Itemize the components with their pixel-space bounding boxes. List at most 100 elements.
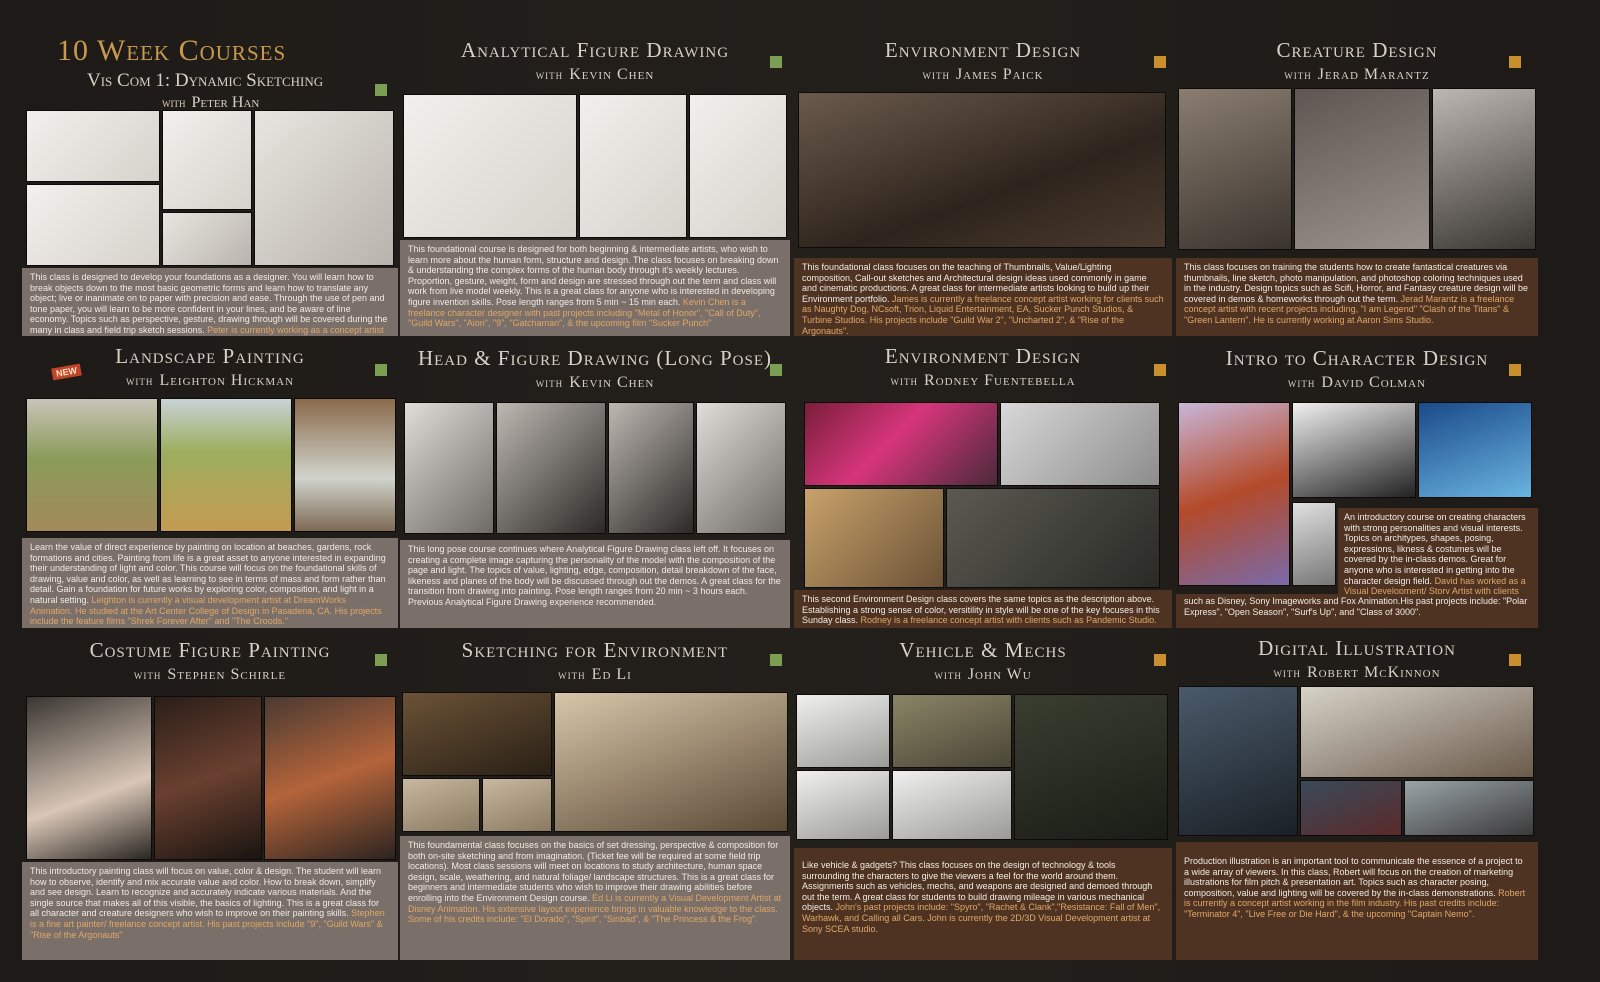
- main-title: 10 Week Courses: [57, 34, 287, 67]
- artwork-image: [1300, 780, 1402, 836]
- course-instructor-line: with Kevin Chen: [400, 374, 790, 392]
- artwork-image: [796, 770, 890, 840]
- course-instructor-line: with John Wu: [794, 666, 1172, 684]
- with-label: with: [162, 95, 186, 110]
- course-instructor-line: with James Paick: [794, 66, 1172, 84]
- with-label: with: [133, 667, 162, 682]
- with-label: with: [125, 373, 154, 388]
- artwork-image: [804, 402, 998, 486]
- course-card-head-figure-drawing: Head & Figure Drawing (Long Pose) with Ke…: [400, 338, 790, 628]
- category-marker-orange: [1154, 364, 1166, 376]
- with-label: with: [1284, 67, 1312, 82]
- artwork-gallery: [794, 92, 1172, 248]
- artwork-image: [892, 770, 1012, 840]
- with-label: with: [1273, 665, 1301, 680]
- artwork-image: [403, 94, 577, 238]
- instructor-name: Leighton Hickman: [159, 372, 295, 389]
- artwork-image: [496, 402, 606, 534]
- with-label: with: [535, 375, 564, 390]
- course-instructor-line: with Robert McKinnon: [1176, 664, 1538, 682]
- course-description: This class focuses on training the stude…: [1176, 258, 1538, 336]
- artwork-image: [162, 110, 252, 210]
- artwork-gallery: [794, 694, 1172, 840]
- artwork-gallery: [400, 692, 790, 832]
- course-card-digital-illustration: Digital Illustration with Robert McKinnon…: [1176, 630, 1538, 960]
- artwork-gallery: [794, 402, 1172, 588]
- category-marker-orange: [1154, 56, 1166, 68]
- artwork-image: [402, 692, 552, 776]
- course-description: This foundational class focuses on the t…: [794, 258, 1172, 336]
- instructor-name: Kevin Chen: [569, 374, 655, 391]
- course-title: Vis Com 1: Dynamic Sketching: [87, 70, 324, 91]
- course-title: Sketching for Environment: [461, 638, 729, 662]
- artwork-gallery: [1176, 88, 1538, 250]
- category-marker-orange: [1509, 654, 1521, 666]
- artwork-gallery: [400, 94, 790, 238]
- with-label: with: [535, 67, 564, 82]
- artwork-image: [1300, 686, 1534, 778]
- course-title: Costume Figure Painting: [89, 638, 331, 662]
- artwork-image: [1178, 88, 1292, 250]
- course-description: Like vehicle & gadgets? This class focus…: [794, 848, 1172, 960]
- course-description: This introductory painting class will fo…: [22, 862, 398, 960]
- course-instructor-line: with Ed Li: [400, 666, 790, 684]
- artwork-image: [608, 402, 694, 534]
- with-label: with: [934, 667, 962, 682]
- course-description: This long pose course continues where An…: [400, 540, 790, 628]
- category-marker-orange: [1154, 654, 1166, 666]
- artwork-gallery: [400, 402, 790, 534]
- with-label: with: [890, 373, 918, 388]
- artwork-image: [26, 184, 160, 266]
- artwork-image: [1292, 402, 1416, 498]
- course-card-environment-design-paick: Environment Design with James Paick This …: [794, 28, 1172, 336]
- course-card-analytical-figure-drawing: Analytical Figure Drawing with Kevin Chen…: [400, 28, 790, 336]
- course-title: Intro to Character Design: [1225, 346, 1489, 370]
- course-title: Head & Figure Drawing (Long Pose): [417, 346, 773, 370]
- course-instructor-line: with Kevin Chen: [400, 66, 790, 84]
- artwork-image: [160, 398, 292, 532]
- course-title: Creature Design: [1276, 38, 1438, 62]
- artwork-image: [402, 778, 480, 832]
- artwork-image: [154, 696, 262, 860]
- course-card-creature-design: Creature Design with Jerad Marantz This c…: [1176, 28, 1538, 336]
- artwork-image: [26, 110, 160, 182]
- artwork-image: [1432, 88, 1536, 250]
- artwork-gallery: [22, 696, 398, 860]
- category-marker-green: [770, 56, 782, 68]
- instructor-name: Jerad Marantz: [1317, 66, 1430, 83]
- artwork-image: [264, 696, 396, 860]
- artwork-image: [1404, 780, 1534, 836]
- artwork-image: [798, 92, 1166, 248]
- artwork-gallery: [1176, 686, 1538, 836]
- artwork-image: [1294, 88, 1430, 250]
- artwork-image: [254, 110, 394, 266]
- category-marker-green: [770, 654, 782, 666]
- course-description: Production illustration is an important …: [1176, 842, 1538, 960]
- with-label: with: [922, 67, 950, 82]
- instructor-name: John Wu: [967, 666, 1032, 683]
- instructor-name: Ed Li: [591, 666, 632, 683]
- course-catalog-page: 10 Week Courses Vis Com 1: Dynamic Sketc…: [0, 0, 1600, 982]
- course-card-sketching-for-environment: Sketching for Environment with Ed Li This…: [400, 630, 790, 960]
- course-instructor-line: with David Colman: [1176, 374, 1538, 392]
- artwork-image: [294, 398, 396, 532]
- artwork-image: [554, 692, 788, 832]
- instructor-name: Kevin Chen: [569, 66, 655, 83]
- course-card-vehicle-mechs: Vehicle & Mechs with John Wu Like vehicle…: [794, 630, 1172, 960]
- course-title: Analytical Figure Drawing: [460, 38, 730, 62]
- artwork-image: [1292, 502, 1336, 586]
- artwork-image: [579, 94, 687, 238]
- artwork-image: [696, 402, 786, 534]
- course-description: This foundational course is designed for…: [400, 240, 790, 336]
- artwork-image: [1178, 402, 1290, 586]
- course-card-dynamic-sketching: 10 Week Courses Vis Com 1: Dynamic Sketc…: [22, 28, 398, 336]
- category-marker-orange: [1509, 56, 1521, 68]
- course-description: Learn the value of direct experience by …: [22, 538, 398, 628]
- course-card-environment-design-fuentebella: Environment Design with Rodney Fuentebell…: [794, 338, 1172, 628]
- course-card-landscape-painting: Landscape Painting with Leighton Hickman …: [22, 338, 398, 628]
- instructor-name: Robert McKinnon: [1306, 664, 1441, 681]
- artwork-image: [1000, 402, 1160, 486]
- artwork-gallery: [22, 110, 398, 266]
- course-title: Vehicle & Mechs: [899, 638, 1067, 662]
- artwork-image: [26, 398, 158, 532]
